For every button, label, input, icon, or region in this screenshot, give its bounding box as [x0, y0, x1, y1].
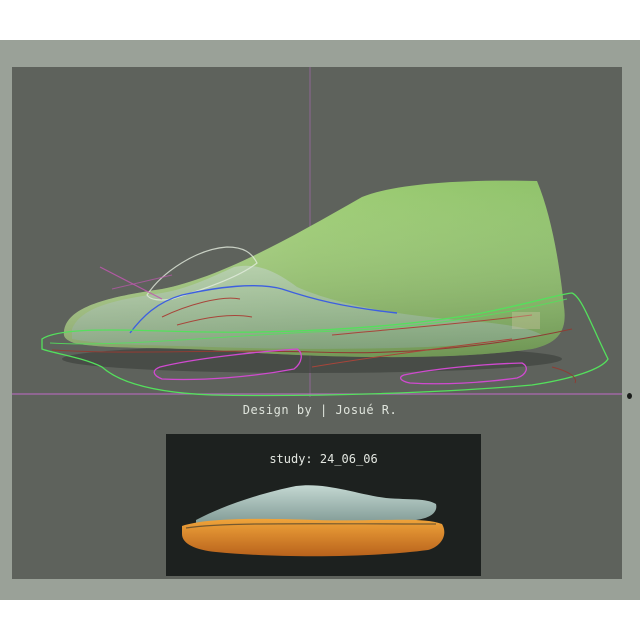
- page: Design by | Josué R. study: 24_06_06: [0, 0, 640, 640]
- render-preview-panel: study: 24_06_06: [166, 434, 481, 576]
- preview-upper: [196, 485, 437, 525]
- pink-construction-line-2: [111, 274, 173, 290]
- designer-credit: Design by | Josué R.: [242, 403, 398, 417]
- dust-speck: [627, 393, 632, 399]
- pale-heel-marker: [512, 312, 540, 329]
- preview-label: study: 24_06_06: [269, 452, 378, 466]
